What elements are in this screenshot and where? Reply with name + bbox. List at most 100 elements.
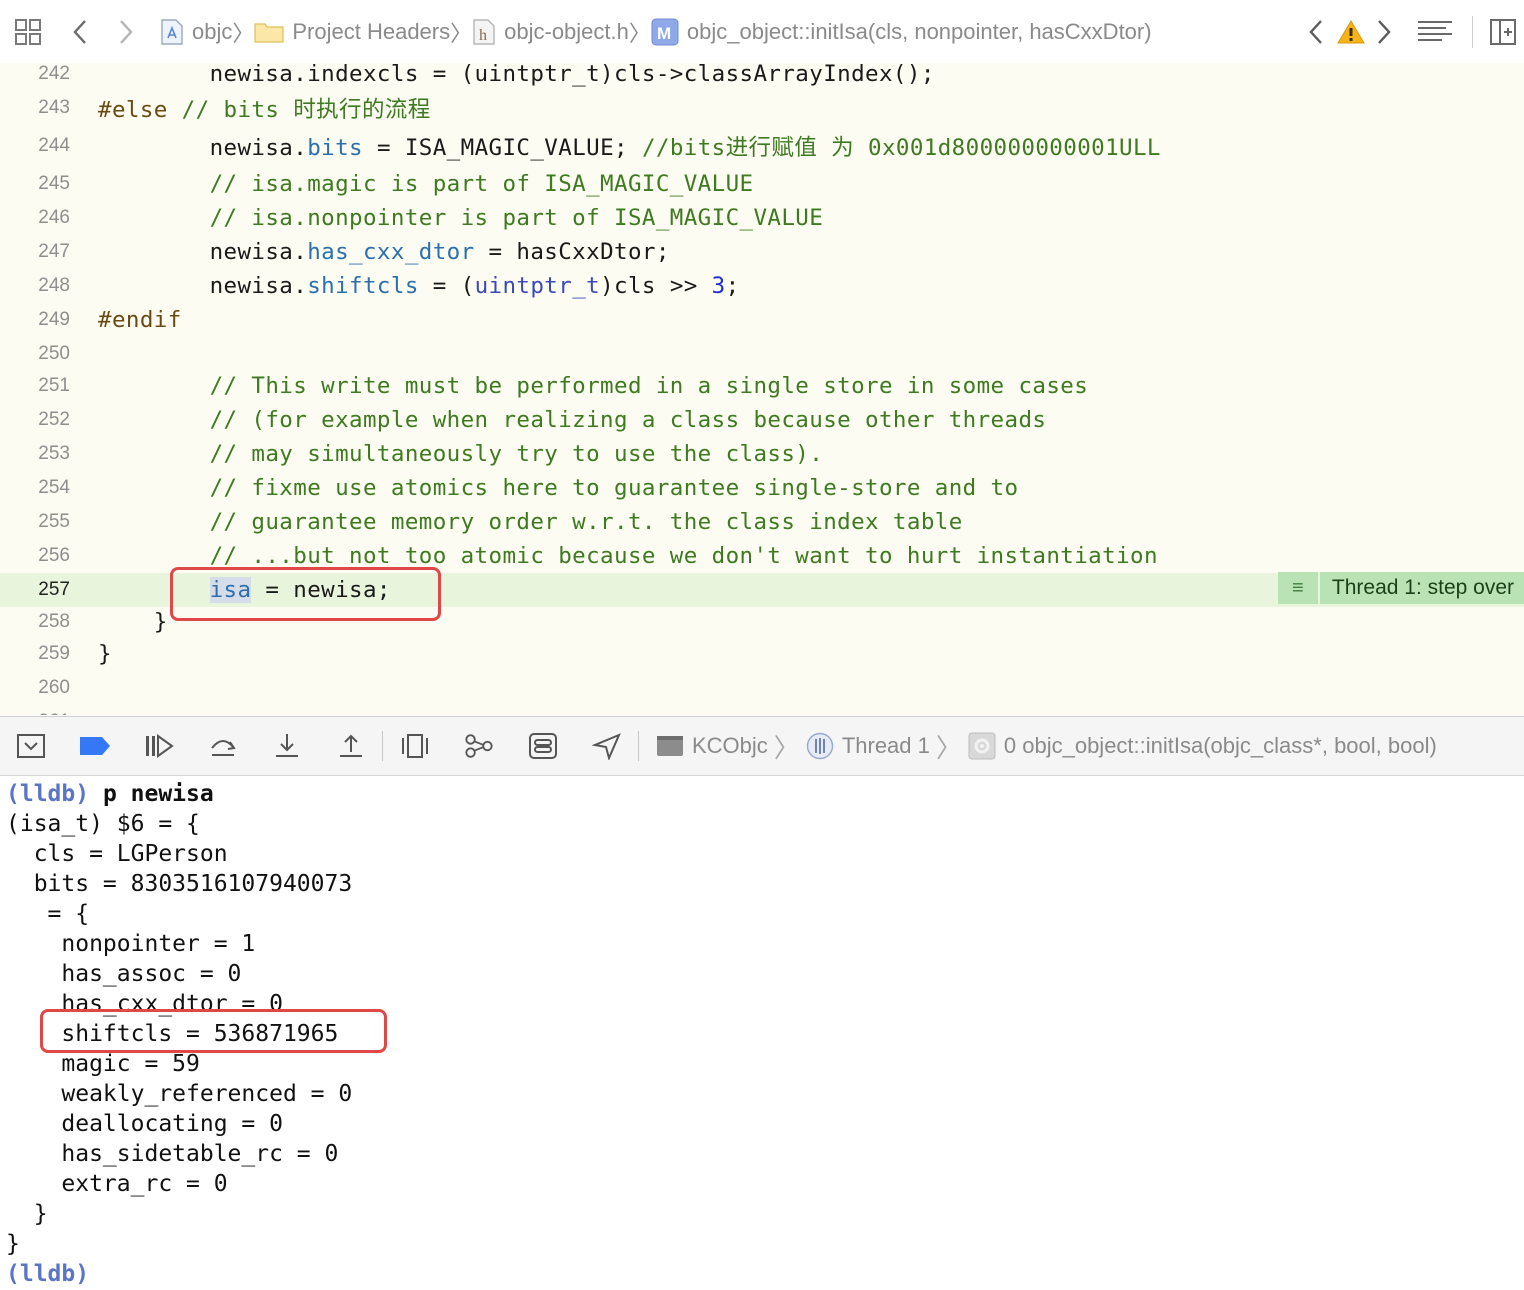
code-line[interactable]: 260 [0,671,1524,705]
project-icon [160,18,184,46]
lldb-command: p newisa [89,781,214,807]
source-editor[interactable]: 242 newisa.indexcls = (uintptr_t)cls->cl… [0,63,1524,715]
step-into-icon[interactable] [272,731,302,761]
console-text: has_sidetable_rc = 0 [6,1141,339,1167]
breadcrumb-separator-icon: 〉 [935,732,962,763]
console-output-line: = { [6,899,90,929]
breadcrumb-label: objc-object.h [504,18,629,44]
badge-menu-icon: ≡ [1277,572,1320,604]
debug-breadcrumb-item[interactable]: Thread 1 [806,732,930,760]
code-line[interactable]: 244 newisa.bits = ISA_MAGIC_VALUE; //bit… [0,129,1524,163]
debug-breadcrumb-label: 0 objc_object::initIsa(objc_class*, bool… [1003,733,1437,758]
line-number: 254 [38,477,70,498]
code-text: newisa.shiftcls = (uintptr_t)cls >> 3; [98,273,740,299]
code-text: // isa.nonpointer is part of ISA_MAGIC_V… [98,205,823,231]
svg-text:M: M [657,24,671,43]
code-text: // This write must be performed in a sin… [98,373,1088,399]
code-line[interactable]: 253 // may simultaneously try to use the… [0,437,1524,471]
code-token: )cls >> [600,273,712,299]
debug-view-hierarchy-icon[interactable] [400,731,430,761]
console-output-line: } [6,1229,20,1259]
line-number: 255 [38,511,70,532]
memory-graph-icon[interactable] [464,731,494,761]
console-text: magic = 59 [6,1051,200,1077]
breadcrumb-item[interactable]: Project Headers [254,19,450,45]
code-token: = ( [418,273,475,299]
console-text: deallocating = 0 [6,1111,283,1137]
comment-token: // ...but not too atomic because we don'… [98,543,1158,569]
console-output-line: has_assoc = 0 [6,959,241,989]
code-line-partial: 261 [0,705,1524,715]
debug-breadcrumb-item[interactable]: KCObjc [656,733,768,759]
lldb-console[interactable]: (lldb) p newisa (isa_t) $6 = { cls = LGPe… [0,776,1524,1290]
field-token: shiftcls [307,273,419,299]
debug-breadcrumb-label: Thread 1 [841,733,930,758]
code-line[interactable]: 255 // guarantee memory order w.r.t. the… [0,505,1524,539]
thread-icon [806,732,834,760]
back-chevron-icon[interactable] [66,18,94,46]
code-line[interactable]: 242 newisa.indexcls = (uintptr_t)cls->cl… [0,63,1524,91]
code-text: // (for example when realizing a class b… [98,407,1046,433]
code-line[interactable]: 245 // isa.magic is part of ISA_MAGIC_VA… [0,167,1524,201]
console-text: } [6,1231,20,1257]
thread-step-badge[interactable]: ≡ Thread 1: step over [1277,572,1524,604]
continue-icon[interactable] [144,731,174,761]
add-editor-icon[interactable] [1488,18,1518,46]
console-text: bits = 8303516107940073 [6,871,353,897]
breadcrumb-item[interactable]: h objc-object.h [472,18,629,46]
hide-debug-area-icon[interactable] [16,731,46,761]
console-command-line: (lldb) p newisa [6,779,214,809]
breadcrumb-item[interactable]: Mobjc_object::initIsa(cls, nonpointer, h… [651,18,1152,46]
step-over-icon[interactable] [208,731,238,761]
breadcrumb-label: objc [192,18,233,44]
code-line[interactable]: 246 // isa.nonpointer is part of ISA_MAG… [0,201,1524,235]
console-output-line: deallocating = 0 [6,1109,283,1139]
code-text: // may simultaneously try to use the cla… [98,441,823,467]
console-text: has_assoc = 0 [6,961,242,987]
code-line[interactable]: 249 #endif [0,303,1524,337]
console-output-line: cls = LGPerson [6,839,228,869]
code-line[interactable]: 248 newisa.shiftcls = (uintptr_t)cls >> … [0,269,1524,303]
code-line[interactable]: 254 // fixme use atomics here to guarant… [0,471,1524,505]
code-line[interactable]: 243 #else // bits 时执行的流程 [0,91,1524,125]
line-number: 250 [38,343,70,364]
console-output-line: bits = 8303516107940073 [6,869,353,899]
code-text: #endif [98,307,182,333]
line-number: 243 [38,97,70,118]
frame-icon [968,732,996,760]
simulate-location-icon[interactable] [592,731,622,761]
thread-status-label: Thread 1: step over [1319,572,1524,604]
field-token: has_cxx_dtor [307,239,475,265]
warning-icon[interactable] [1336,18,1366,46]
forward-chevron-icon[interactable] [112,18,140,46]
console-text: (isa_t) $6 = { [6,811,200,837]
code-text: newisa.bits = ISA_MAGIC_VALUE; //bits进行赋… [98,130,1161,162]
breadcrumb-item[interactable]: objc [160,18,232,46]
code-line[interactable]: 251 // This write must be performed in a… [0,369,1524,403]
environment-overrides-icon[interactable] [528,731,558,761]
line-number: 256 [38,545,70,566]
comment-token: // isa.nonpointer is part of ISA_MAGIC_V… [98,205,824,231]
console-output-line: } [6,1199,48,1229]
code-line[interactable]: 252 // (for example when realizing a cla… [0,403,1524,437]
highlight-box-shiftcls [40,1009,387,1053]
code-line[interactable]: 247 newisa.has_cxx_dtor = hasCxxDtor; [0,235,1524,269]
app-icon [656,734,684,758]
breakpoints-toggle-icon[interactable] [78,731,112,761]
breadcrumb-separator-icon: 〉 [773,732,800,763]
previous-issue-icon[interactable] [1302,18,1330,46]
related-items-icon[interactable] [14,18,42,46]
code-token: newisa. [98,135,308,161]
toolbar-divider [638,731,639,761]
step-out-icon[interactable] [336,731,366,761]
console-text: } [6,1201,48,1227]
code-text: // isa.magic is part of ISA_MAGIC_VALUE [98,171,754,197]
console-output-line: extra_rc = 0 [6,1169,227,1199]
code-line[interactable]: 259} [0,637,1524,671]
debug-breadcrumb-item[interactable]: 0 objc_object::initIsa(objc_class*, bool… [968,732,1437,760]
code-token: = ISA_MAGIC_VALUE; [363,135,642,161]
editor-options-icon[interactable] [1416,18,1454,46]
next-issue-icon[interactable] [1370,18,1398,46]
code-text: // ...but not too atomic because we don'… [98,543,1158,569]
code-line[interactable]: 250 [0,337,1524,371]
